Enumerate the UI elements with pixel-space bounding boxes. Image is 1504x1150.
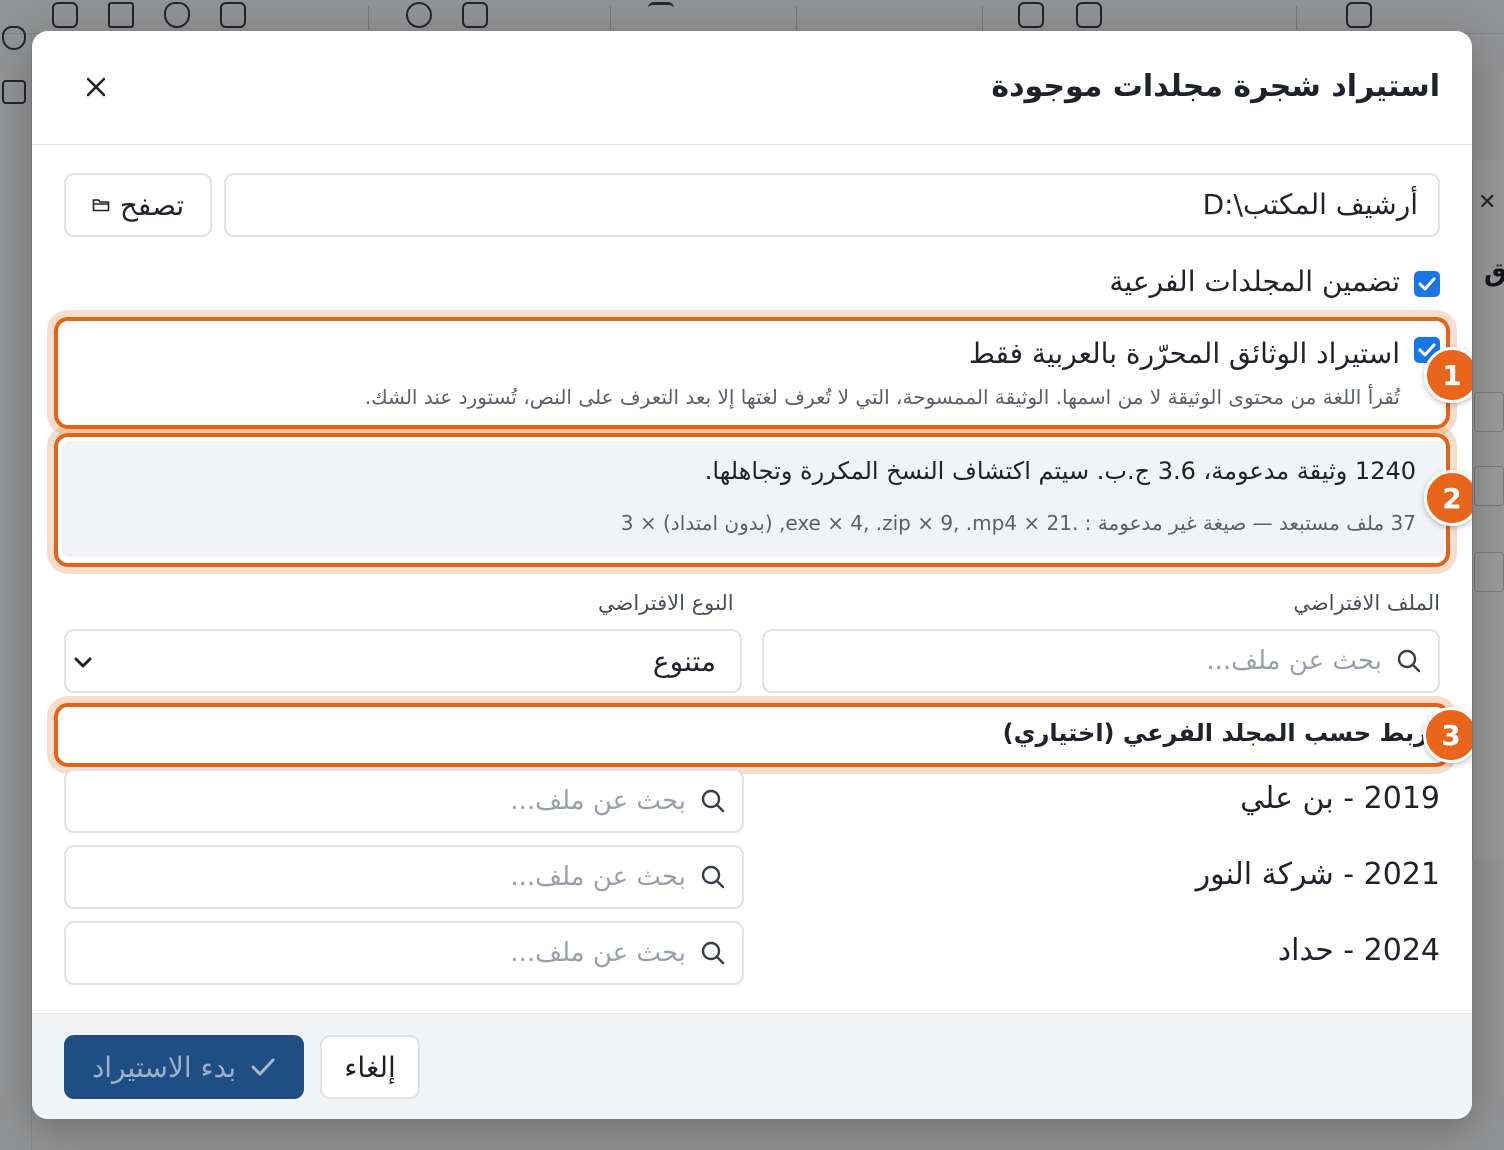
external-link-icon [1076,2,1102,28]
subfolder-name: 2019 - بن علي [1240,781,1440,816]
shield-icon [164,2,190,28]
annotation-badge-1: 1 [1424,347,1472,403]
default-type-select[interactable]: متنوع [64,629,742,693]
background-left-rail [0,26,32,1150]
default-type-label: النوع الافتراضي [598,591,734,615]
subfolder-name: 2024 - حداد [1277,933,1440,968]
subfolder-name: 2021 - شركة النور [1195,857,1440,892]
calendar-clock-icon [2,80,26,104]
shield-check-icon [2,26,26,50]
search-icon [701,941,725,965]
search-icon [1397,649,1421,673]
annotation-highlight-2 [54,433,1450,567]
background-row [1474,466,1504,506]
start-import-button[interactable]: بدء الاستيراد [64,1035,304,1099]
default-file-label: الملف الافتراضي [1293,591,1440,615]
annotation-badge-2: 2 [1424,470,1472,526]
list-icon [648,2,674,28]
summary-main-text: 1240 وثيقة مدعومة، 3.6 ج.ب. سيتم اكتشاف … [704,457,1416,485]
background-close-icon: ✕ [1478,190,1497,215]
background-row [1474,552,1504,592]
subfolder-file-placeholder: بحث عن ملف... [510,786,686,816]
edit-icon [108,2,134,28]
dialog-header: استيراد شجرة مجلدات موجودة [32,31,1472,145]
folder-path-input[interactable]: D:\أرشيف المكتب [224,173,1440,237]
document-icon [52,2,78,28]
form-icon [1018,2,1044,28]
start-import-label: بدء الاستيراد [91,1050,237,1084]
close-button[interactable] [76,67,116,107]
square-icon [1346,2,1372,28]
search-icon [701,789,725,813]
browse-button[interactable]: تصفح [64,173,212,237]
subfolder-file-search-input[interactable]: بحث عن ملف... [64,769,744,833]
background-toolbar [0,0,1504,34]
chevron-down-icon [74,657,92,668]
subfolder-mapping-title: ربط حسب المجلد الفرعي (اختياري) [1002,719,1428,747]
file-icon [220,2,246,28]
folder-open-icon [92,199,110,212]
default-file-search-input[interactable]: بحث عن ملف... [762,629,1440,693]
browse-label: تصفح [119,188,185,222]
default-file-placeholder: بحث عن ملف... [1206,646,1382,676]
summary-excluded-text: 37 ملف مستبعد — صيغة غير مدعومة : .exe ×… [620,511,1416,535]
close-icon [86,77,106,97]
import-folder-tree-dialog: استيراد شجرة مجلدات موجودة D:\أرشيف المك… [32,31,1472,1119]
include-subfolders-label: تضمين المجلدات الفرعية [1109,265,1400,298]
subfolder-file-search-input[interactable]: بحث عن ملف... [64,845,744,909]
subfolder-file-placeholder: بحث عن ملف... [510,862,686,892]
include-subfolders-checkbox[interactable] [1414,271,1440,297]
cancel-button[interactable]: إلغاء [320,1035,420,1099]
subfolder-file-placeholder: بحث عن ملف... [510,938,686,968]
check-icon [251,1058,275,1076]
arabic-only-label: استيراد الوثائق المحرّرة بالعربية فقط [968,337,1400,370]
background-panel-letter: ق [1484,258,1504,288]
clipboard-icon [462,2,488,28]
info-icon [406,2,432,28]
dialog-title: استيراد شجرة مجلدات موجودة [991,69,1440,104]
default-type-value: متنوع [652,645,716,678]
arabic-only-hint: تُقرأ اللغة من محتوى الوثيقة لا من اسمها… [364,385,1400,409]
annotation-highlight-1 [54,317,1450,429]
cancel-label: إلغاء [344,1050,396,1084]
background-row [1474,392,1504,432]
check-icon [1418,277,1436,291]
annotation-badge-3: 3 [1423,707,1472,763]
search-icon [701,865,725,889]
subfolder-file-search-input[interactable]: بحث عن ملف... [64,921,744,985]
